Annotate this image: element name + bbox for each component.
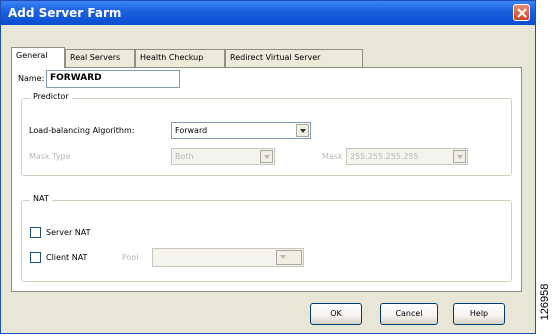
chevron-down-icon — [260, 150, 273, 163]
tab-redirect-virtual-server[interactable]: Redirect Virtual Server — [225, 49, 363, 67]
general-tab-panel: Name: FORWARD Predictor Load-balancing A… — [11, 67, 522, 292]
mask-type-value: Both — [175, 152, 194, 161]
title-bar[interactable]: Add Server Farm — [1, 1, 535, 25]
mask-value: 255.255.255.255 — [350, 152, 419, 161]
tab-real-servers[interactable]: Real Servers — [65, 49, 135, 67]
nat-group: NAT Server NAT Client NAT Pool — [21, 194, 512, 282]
name-label: Name: — [18, 74, 45, 83]
client-nat-label: Client NAT — [46, 253, 88, 262]
add-server-farm-dialog: Add Server Farm General Real Servers Hea… — [0, 0, 536, 334]
chevron-down-icon — [453, 150, 466, 163]
mask-select: 255.255.255.255 — [346, 148, 468, 165]
cancel-button[interactable]: Cancel — [380, 303, 438, 325]
help-button[interactable]: Help — [453, 303, 505, 325]
pool-label: Pool — [122, 253, 139, 262]
predictor-group-title: Predictor — [30, 92, 72, 101]
tab-general[interactable]: General — [11, 47, 65, 68]
load-balancing-algorithm-value: Forward — [175, 126, 208, 135]
predictor-group: Predictor Load-balancing Algorithm: Forw… — [21, 92, 512, 176]
ok-button[interactable]: OK — [310, 303, 362, 325]
close-icon — [517, 8, 527, 18]
chevron-down-icon[interactable] — [296, 124, 309, 137]
server-nat-label: Server NAT — [46, 228, 91, 237]
dialog-title: Add Server Farm — [8, 6, 122, 20]
nat-group-title: NAT — [30, 194, 52, 203]
client-nat-checkbox[interactable] — [30, 252, 41, 263]
load-balancing-algorithm-select[interactable]: Forward — [171, 122, 311, 139]
tab-health-checkup[interactable]: Health Checkup — [135, 49, 225, 67]
chevron-down-icon — [276, 250, 302, 265]
mask-type-label: Mask Type — [29, 152, 71, 161]
close-button[interactable] — [513, 4, 530, 21]
name-input[interactable]: FORWARD — [46, 70, 180, 88]
load-balancing-algorithm-label: Load-balancing Algorithm: — [29, 126, 135, 135]
pool-select — [152, 248, 304, 267]
figure-code: 126958 — [538, 268, 552, 336]
mask-label: Mask — [322, 152, 343, 161]
mask-type-select: Both — [171, 148, 275, 165]
server-nat-checkbox[interactable] — [30, 227, 41, 238]
figure-code-text: 126958 — [539, 283, 551, 321]
